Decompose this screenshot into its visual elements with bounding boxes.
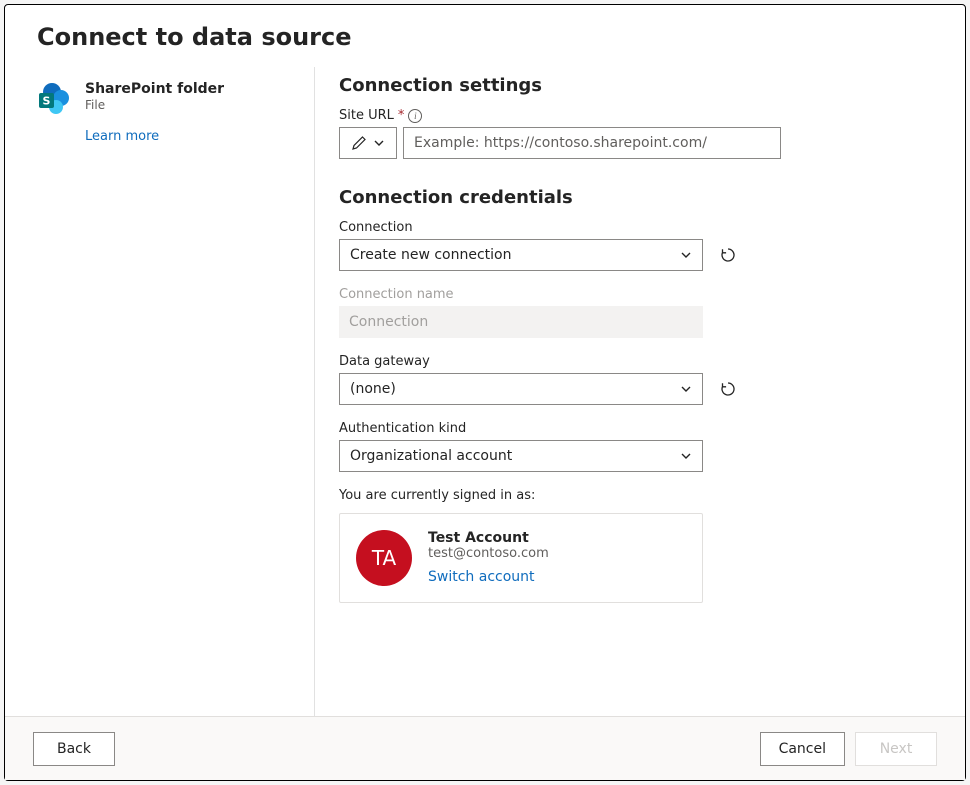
- auth-select[interactable]: Organizational account: [339, 440, 703, 472]
- refresh-icon: [719, 246, 737, 264]
- account-name: Test Account: [428, 530, 549, 546]
- back-button[interactable]: Back: [33, 732, 115, 766]
- cancel-button[interactable]: Cancel: [760, 732, 845, 766]
- connection-name-input: Connection: [339, 306, 703, 338]
- info-icon[interactable]: i: [408, 109, 422, 123]
- connection-select[interactable]: Create new connection: [339, 239, 703, 271]
- avatar: TA: [356, 530, 412, 586]
- chevron-down-icon: [373, 137, 385, 149]
- dialog-body: S SharePoint folder File Learn more Conn…: [5, 59, 965, 716]
- account-email: test@contoso.com: [428, 546, 549, 561]
- chevron-down-icon: [680, 450, 692, 462]
- dialog-header: Connect to data source: [5, 5, 965, 59]
- refresh-icon: [719, 380, 737, 398]
- pencil-icon: [351, 135, 367, 151]
- dialog-root: Connect to data source S SharePoint fold…: [4, 4, 966, 781]
- site-url-input[interactable]: [403, 127, 781, 159]
- connection-refresh-button[interactable]: [717, 244, 739, 266]
- auth-label: Authentication kind: [339, 421, 933, 436]
- connection-name-label: Connection name: [339, 287, 933, 302]
- learn-more-link[interactable]: Learn more: [85, 129, 314, 144]
- auth-field: Authentication kind Organizational accou…: [339, 421, 933, 472]
- gateway-refresh-button[interactable]: [717, 378, 739, 400]
- next-button: Next: [855, 732, 937, 766]
- dialog-footer: Back Cancel Next: [5, 716, 965, 780]
- connection-field: Connection Create new connection: [339, 220, 933, 271]
- connection-label: Connection: [339, 220, 933, 235]
- connection-name-field: Connection name Connection: [339, 287, 933, 338]
- gateway-label: Data gateway: [339, 354, 933, 369]
- site-url-label: Site URL * i: [339, 108, 933, 123]
- sharepoint-icon: S: [37, 81, 71, 115]
- switch-account-link[interactable]: Switch account: [428, 569, 535, 585]
- connection-credentials-heading: Connection credentials: [339, 187, 933, 208]
- gateway-select[interactable]: (none): [339, 373, 703, 405]
- page-title: Connect to data source: [37, 23, 933, 51]
- data-source-item: S SharePoint folder File: [37, 81, 314, 115]
- chevron-down-icon: [680, 249, 692, 261]
- source-name: SharePoint folder: [85, 81, 224, 98]
- gateway-field: Data gateway (none): [339, 354, 933, 405]
- signed-in-label: You are currently signed in as:: [339, 488, 933, 503]
- chevron-down-icon: [680, 383, 692, 395]
- svg-text:S: S: [43, 95, 51, 108]
- url-picker-button[interactable]: [339, 127, 397, 159]
- site-url-field: Site URL * i: [339, 108, 933, 159]
- source-subtitle: File: [85, 98, 224, 112]
- right-pane: Connection settings Site URL * i Connect…: [315, 67, 933, 716]
- connection-settings-heading: Connection settings: [339, 75, 933, 96]
- account-card: TA Test Account test@contoso.com Switch …: [339, 513, 703, 603]
- required-marker: *: [398, 108, 405, 123]
- left-pane: S SharePoint folder File Learn more: [37, 67, 315, 716]
